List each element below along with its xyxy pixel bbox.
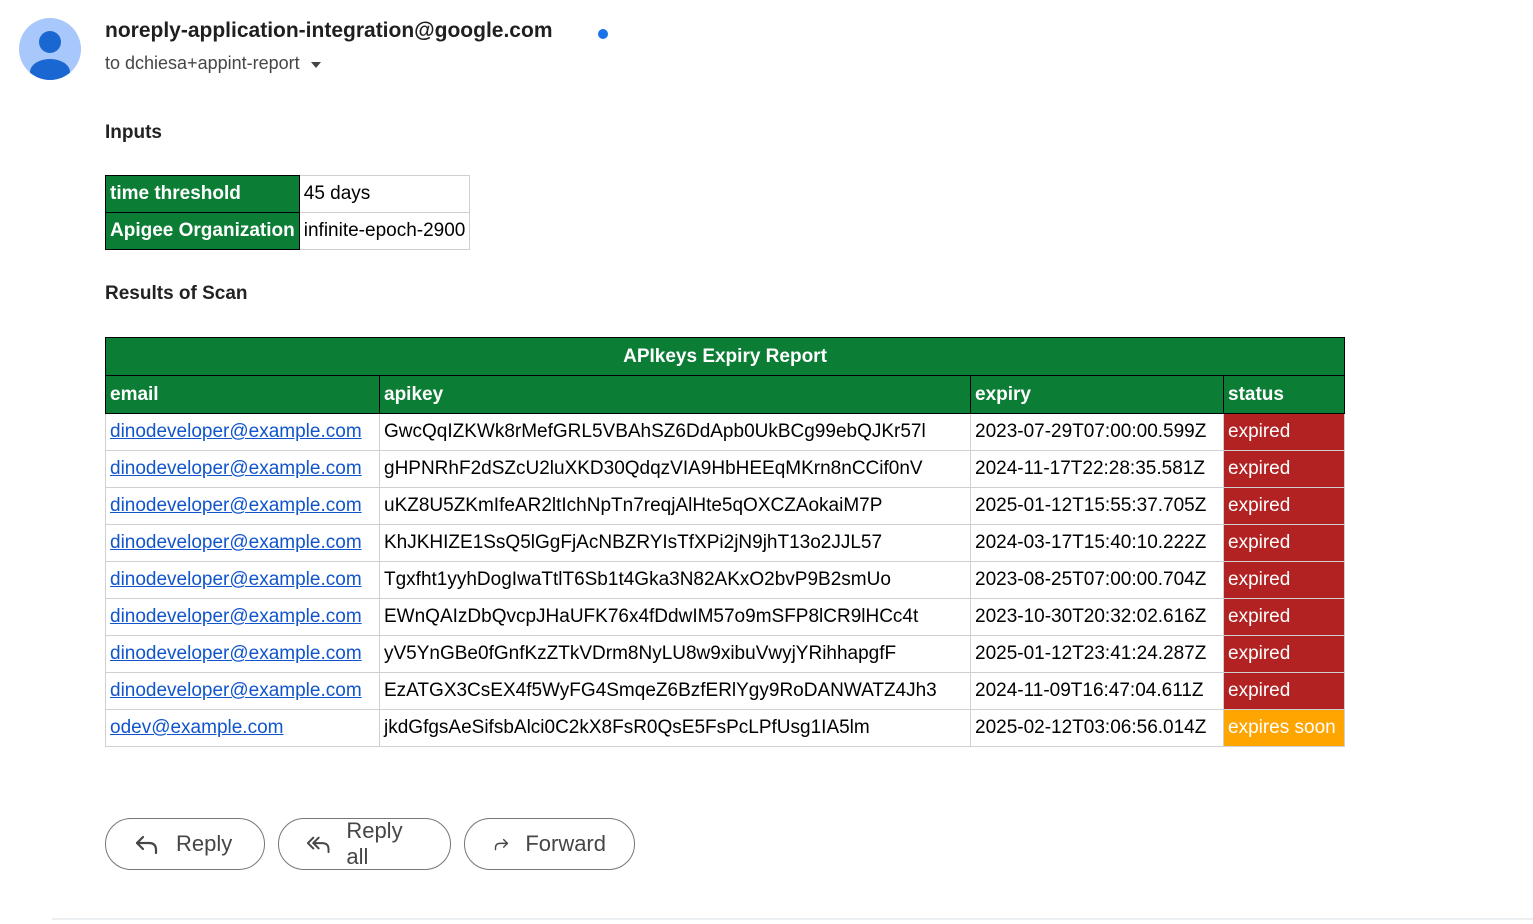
email-cell: dinodeveloper@example.com (105, 561, 380, 599)
expiry-cell: 2024-03-17T15:40:10.222Z (970, 524, 1224, 562)
inputs-heading: Inputs (105, 122, 162, 143)
apikey-cell: uKZ8U5ZKmIfeAR2ltIchNpTn7reqjAlHte5qOXCZ… (379, 487, 971, 525)
email-cell: odev@example.com (105, 709, 380, 747)
results-heading: Results of Scan (105, 283, 248, 304)
email-link[interactable]: dinodeveloper@example.com (110, 643, 362, 664)
email-link[interactable]: dinodeveloper@example.com (110, 532, 362, 553)
table-row: dinodeveloper@example.com KhJKHIZE1SsQ5lG… (105, 524, 1345, 562)
status-cell: expired (1223, 524, 1345, 562)
expiry-cell: 2023-07-29T07:00:00.599Z (970, 413, 1224, 451)
column-header-status: status (1223, 375, 1345, 414)
expiry-cell: 2024-11-09T16:47:04.611Z (970, 672, 1224, 710)
reply-label: Reply (176, 831, 233, 856)
status-cell: expired (1223, 413, 1345, 451)
expiry-cell: 2025-01-12T23:41:24.287Z (970, 635, 1224, 673)
divider (52, 918, 1533, 920)
email-cell: dinodeveloper@example.com (105, 598, 380, 636)
email-cell: dinodeveloper@example.com (105, 487, 380, 525)
person-icon (30, 31, 70, 80)
email-link[interactable]: dinodeveloper@example.com (110, 458, 362, 479)
report-table: APIkeys Expiry Report email apikey expir… (105, 337, 1345, 747)
apikey-cell: GwcQqIZKWk8rMefGRL5VBAhSZ6DdApb0UkBCg99e… (379, 413, 971, 451)
email-view: noreply-application-integration@google.c… (0, 0, 1533, 924)
reply-icon (135, 835, 158, 855)
expiry-cell: 2025-02-12T03:06:56.014Z (970, 709, 1224, 747)
table-row: odev@example.com jkdGfgsAeSifsbAlci0C2kX8… (105, 709, 1345, 747)
status-cell: expired (1223, 487, 1345, 525)
apikey-cell: Tgxfht1yyhDogIwaTtlT6Sb1t4Gka3N82AKxO2bv… (379, 561, 971, 599)
table-row: dinodeveloper@example.com EWnQAIzDbQvcpJH… (105, 598, 1345, 636)
table-row: dinodeveloper@example.com GwcQqIZKWk8rMef… (105, 413, 1345, 451)
status-cell: expired (1223, 635, 1345, 673)
status-cell: expired (1223, 450, 1345, 488)
reply-button[interactable]: Reply (105, 818, 265, 870)
status-cell: expired (1223, 672, 1345, 710)
unread-indicator (598, 29, 608, 39)
input-value: 45 days (298, 175, 471, 213)
email-cell: dinodeveloper@example.com (105, 450, 380, 488)
email-cell: dinodeveloper@example.com (105, 635, 380, 673)
email-link[interactable]: dinodeveloper@example.com (110, 421, 362, 442)
report-title-row: APIkeys Expiry Report (105, 337, 1345, 376)
reply-all-label: Reply all (346, 818, 403, 869)
email-cell: dinodeveloper@example.com (105, 524, 380, 562)
input-value: infinite-epoch-2900 (298, 212, 471, 250)
table-row: dinodeveloper@example.com EzATGX3CsEX4f5W… (105, 672, 1345, 710)
table-row: time threshold 45 days (105, 175, 471, 213)
expiry-cell: 2023-10-30T20:32:02.616Z (970, 598, 1224, 636)
email-cell: dinodeveloper@example.com (105, 413, 380, 451)
email-link[interactable]: dinodeveloper@example.com (110, 680, 362, 701)
email-cell: dinodeveloper@example.com (105, 672, 380, 710)
apikey-cell: EWnQAIzDbQvcpJHaUFK76x4fDdwIM57o9mSFP8lC… (379, 598, 971, 636)
recipient-text: to dchiesa+appint-report (105, 53, 300, 73)
reply-all-button[interactable]: Reply all (278, 818, 451, 870)
apikey-cell: gHPNRhF2dSZcU2luXKD30QdqzVIA9HbHEEqMKrn8… (379, 450, 971, 488)
table-row: dinodeveloper@example.com Tgxfht1yyhDogIw… (105, 561, 1345, 599)
message-actions: Reply Reply all Forward (105, 818, 635, 870)
chevron-down-icon[interactable] (310, 61, 321, 68)
input-key: Apigee Organization (105, 212, 300, 250)
email-link[interactable]: dinodeveloper@example.com (110, 569, 362, 590)
table-row: dinodeveloper@example.com gHPNRhF2dSZcU2l… (105, 450, 1345, 488)
report-title: APIkeys Expiry Report (105, 337, 1345, 376)
column-header-expiry: expiry (970, 375, 1224, 414)
email-link[interactable]: dinodeveloper@example.com (110, 495, 362, 516)
recipient-line[interactable]: to dchiesa+appint-report (105, 53, 321, 74)
status-cell: expires soon (1223, 709, 1345, 747)
forward-button[interactable]: Forward (464, 818, 635, 870)
expiry-cell: 2025-01-12T15:55:37.705Z (970, 487, 1224, 525)
apikey-cell: yV5YnGBe0fGnfKzZTkVDrm8NyLU8w9xibuVwyjYR… (379, 635, 971, 673)
table-row: dinodeveloper@example.com yV5YnGBe0fGnfKz… (105, 635, 1345, 673)
email-link[interactable]: odev@example.com (110, 717, 283, 738)
sender-avatar[interactable] (19, 18, 81, 80)
sender-address[interactable]: noreply-application-integration@google.c… (105, 19, 553, 43)
apikey-cell: KhJKHIZE1SsQ5lGgFjAcNBZRYIsTfXPi2jN9jhT1… (379, 524, 971, 562)
status-cell: expired (1223, 561, 1345, 599)
status-cell: expired (1223, 598, 1345, 636)
forward-icon (494, 838, 509, 851)
reply-all-icon (307, 836, 330, 854)
input-key: time threshold (105, 175, 300, 213)
expiry-cell: 2024-11-17T22:28:35.581Z (970, 450, 1224, 488)
table-row: Apigee Organization infinite-epoch-2900 (105, 212, 471, 250)
expiry-cell: 2023-08-25T07:00:00.704Z (970, 561, 1224, 599)
column-header-row: email apikey expiry status (105, 375, 1345, 414)
forward-label: Forward (525, 831, 606, 856)
inputs-table: time threshold 45 days Apigee Organizati… (105, 175, 471, 250)
apikey-cell: EzATGX3CsEX4f5WyFG4SmqeZ6BzfERlYgy9RoDAN… (379, 672, 971, 710)
email-link[interactable]: dinodeveloper@example.com (110, 606, 362, 627)
column-header-email: email (105, 375, 380, 414)
apikey-cell: jkdGfgsAeSifsbAlci0C2kX8FsR0QsE5FsPcLPfU… (379, 709, 971, 747)
column-header-apikey: apikey (379, 375, 971, 414)
table-row: dinodeveloper@example.com uKZ8U5ZKmIfeAR2… (105, 487, 1345, 525)
